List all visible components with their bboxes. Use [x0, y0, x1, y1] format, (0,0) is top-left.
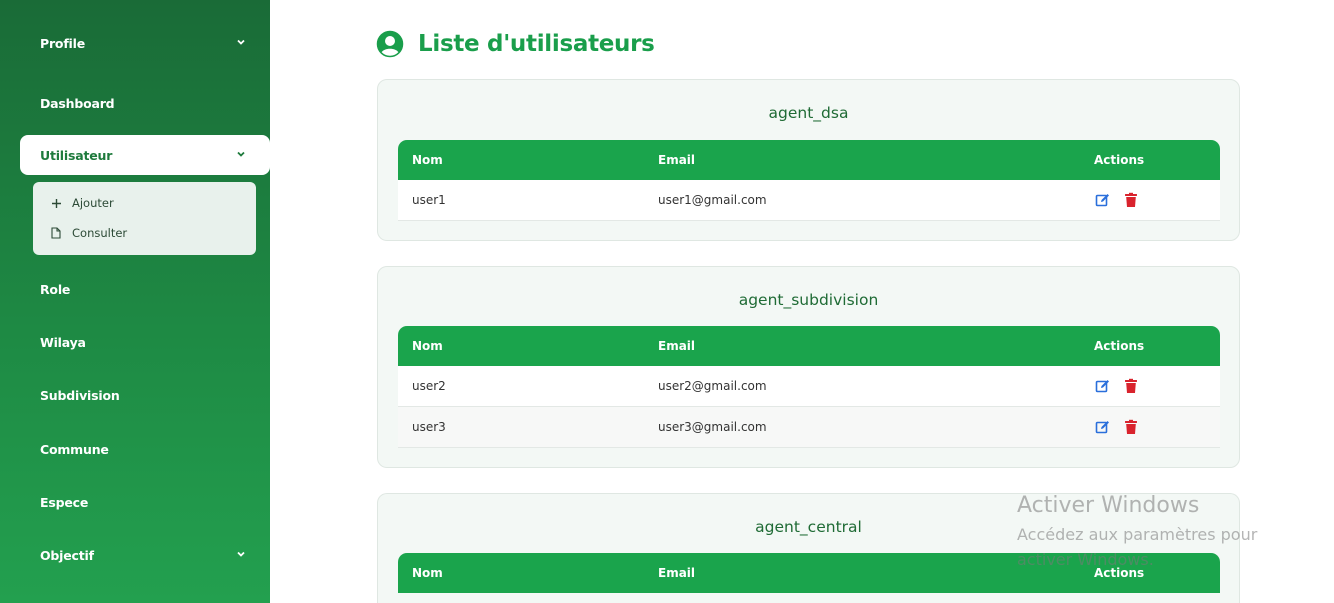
sidebar-item-commune[interactable]: Commune	[20, 429, 270, 469]
table-row: user2 user2@gmail.com	[398, 366, 1220, 407]
sidebar-item-label: Dashboard	[40, 95, 115, 111]
cell-email: user2@gmail.com	[658, 379, 767, 393]
user-group-card: agent_subdivision Nom Email Actions user…	[377, 266, 1240, 468]
column-header-actions: Actions	[1094, 153, 1145, 167]
table-header: Nom Email Actions	[398, 140, 1220, 180]
sidebar-item-role[interactable]: Role	[20, 269, 270, 309]
sidebar-item-espece[interactable]: Espece	[20, 482, 270, 522]
sidebar-item-dashboard[interactable]: Dashboard	[20, 83, 270, 123]
sidebar-item-label: Role	[40, 281, 71, 297]
sidebar-item-label: Profile	[40, 35, 85, 51]
sidebar-item-label: Wilaya	[40, 334, 86, 350]
column-header-nom: Nom	[412, 153, 443, 167]
sidebar-item-label: Subdivision	[40, 387, 120, 403]
user-circle-icon	[376, 30, 404, 58]
sidebar-item-wilaya[interactable]: Wilaya	[20, 322, 270, 362]
column-header-nom: Nom	[412, 339, 443, 353]
sidebar-item-label: Objectif	[40, 547, 94, 563]
edit-icon[interactable]	[1095, 192, 1111, 208]
page-title: Liste d'utilisateurs	[376, 30, 655, 58]
cell-nom: user1	[412, 193, 446, 207]
column-header-actions: Actions	[1094, 339, 1145, 353]
row-actions	[1095, 419, 1139, 435]
column-header-email: Email	[658, 566, 696, 580]
watermark-title: Activer Windows	[1017, 493, 1200, 518]
sidebar-item-utilisateur[interactable]: Utilisateur	[20, 135, 270, 175]
sidebar-item-objectif[interactable]: Objectif	[20, 535, 270, 575]
submenu-item-label: Consulter	[72, 226, 128, 240]
windows-activation-watermark: Activer Windows Accédez aux paramètres p…	[1017, 493, 1317, 572]
group-title: agent_dsa	[768, 104, 849, 122]
column-header-email: Email	[658, 153, 696, 167]
submenu-item-label: Ajouter	[72, 196, 114, 210]
edit-icon[interactable]	[1095, 378, 1111, 394]
edit-icon[interactable]	[1095, 419, 1111, 435]
page-title-text: Liste d'utilisateurs	[418, 31, 655, 57]
file-icon	[49, 226, 63, 240]
submenu-item-consulter[interactable]: Consulter	[49, 223, 127, 243]
row-actions	[1095, 378, 1139, 394]
trash-icon[interactable]	[1123, 378, 1139, 394]
table-row: user3 user3@gmail.com	[398, 407, 1220, 448]
utilisateur-submenu: Ajouter Consulter	[33, 182, 256, 255]
user-group-card: agent_dsa Nom Email Actions user1 user1@…	[377, 79, 1240, 241]
sidebar-item-profile[interactable]: Profile	[20, 23, 270, 63]
column-header-email: Email	[658, 339, 696, 353]
sidebar-item-label: Espece	[40, 494, 89, 510]
column-header-nom: Nom	[412, 566, 443, 580]
plus-icon	[49, 196, 63, 210]
sidebar: Profile Dashboard Utilisateur Ajouter Co…	[0, 0, 270, 603]
trash-icon[interactable]	[1123, 419, 1139, 435]
watermark-subtitle: Accédez aux paramètres pour activer Wind…	[1017, 525, 1258, 569]
table-header: Nom Email Actions	[398, 326, 1220, 366]
submenu-item-ajouter[interactable]: Ajouter	[49, 193, 114, 213]
chevron-down-icon	[237, 39, 245, 45]
sidebar-item-label: Utilisateur	[40, 147, 113, 163]
cell-nom: user3	[412, 420, 446, 434]
row-actions	[1095, 192, 1139, 208]
sidebar-item-subdivision[interactable]: Subdivision	[20, 375, 270, 415]
chevron-down-icon	[237, 151, 245, 157]
cell-email: user1@gmail.com	[658, 193, 767, 207]
chevron-down-icon	[237, 551, 245, 557]
trash-icon[interactable]	[1123, 192, 1139, 208]
sidebar-item-label: Commune	[40, 441, 109, 457]
cell-email: user3@gmail.com	[658, 420, 767, 434]
table-row: user1 user1@gmail.com	[398, 180, 1220, 221]
cell-nom: user2	[412, 379, 446, 393]
group-title: agent_subdivision	[738, 291, 879, 309]
